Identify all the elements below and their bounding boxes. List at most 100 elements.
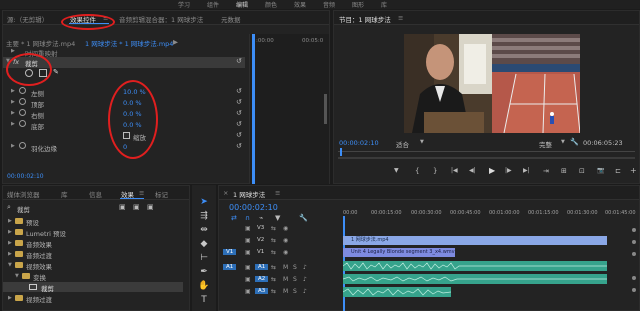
tab-menu-icon[interactable]: ≡: [139, 189, 144, 197]
tab-media-browser[interactable]: 媒体浏览器: [7, 189, 40, 199]
expand-arrow-icon[interactable]: ▶: [8, 218, 12, 224]
razor-tool-icon[interactable]: ◆: [198, 239, 210, 249]
reset-icon[interactable]: ↺: [236, 142, 242, 150]
list-item[interactable]: ▶ 音频过渡: [3, 249, 183, 260]
list-item[interactable]: ▶ Lumetri 预设: [3, 227, 183, 238]
expand-arrow-icon[interactable]: ▶: [11, 48, 15, 54]
timeline-tab[interactable]: 1 网球步法: [233, 189, 265, 199]
track-name-v1[interactable]: V1: [257, 249, 264, 255]
menu-icon[interactable]: ≡: [398, 14, 403, 22]
sync-lock-icon[interactable]: ⇆: [271, 249, 276, 256]
settings-wrench-icon[interactable]: 🔧: [299, 214, 308, 222]
extract-icon[interactable]: ⊞: [561, 167, 567, 175]
sync-lock-icon[interactable]: ⇆: [271, 264, 276, 271]
workspace-editing[interactable]: 编辑: [236, 0, 248, 9]
workspace-libraries[interactable]: 库: [381, 0, 387, 9]
expand-arrow-icon[interactable]: ▶: [8, 229, 12, 235]
stopwatch-icon[interactable]: [19, 87, 26, 94]
source-patch-a1[interactable]: A1: [223, 264, 237, 270]
keyframe-scrollbar[interactable]: [324, 94, 327, 124]
linked-selection-icon[interactable]: ⌁: [259, 214, 263, 222]
tab-info[interactable]: 信息: [89, 189, 102, 199]
hand-tool-icon[interactable]: ✋: [198, 281, 210, 291]
scroll-handle-icon[interactable]: [632, 240, 636, 244]
track-name-v3[interactable]: V3: [257, 225, 264, 231]
eye-icon[interactable]: ◉: [283, 237, 288, 244]
step-forward-icon[interactable]: |▶: [505, 167, 512, 174]
expand-arrow-icon[interactable]: ▶: [8, 240, 12, 246]
reset-icon[interactable]: ↺: [236, 120, 242, 128]
stopwatch-icon[interactable]: [19, 109, 26, 116]
mark-in-icon[interactable]: {: [415, 167, 419, 175]
reset-icon[interactable]: ↺: [236, 98, 242, 106]
effect-controls-timecode[interactable]: 00:00:02:10: [7, 173, 44, 180]
reset-icon[interactable]: ↺: [236, 87, 242, 95]
effects-search-input[interactable]: 裁剪: [17, 204, 30, 214]
clip-a1[interactable]: [342, 261, 607, 271]
mute-button[interactable]: M: [283, 288, 288, 295]
list-item[interactable]: ▶ 音频效果: [3, 238, 183, 249]
tab-audio-clip-mixer[interactable]: 音频剪辑混合器：1 网球步法: [119, 14, 203, 24]
chevron-down-icon[interactable]: ▼: [420, 139, 424, 145]
source-patch-v1[interactable]: V1: [223, 249, 237, 255]
track-name-a3[interactable]: A3: [255, 288, 269, 294]
menu-icon[interactable]: ≡: [275, 189, 280, 197]
sync-lock-icon[interactable]: ⇆: [271, 225, 276, 232]
slip-tool-icon[interactable]: ⊢: [198, 253, 210, 263]
quality-dropdown[interactable]: 完整: [539, 139, 552, 149]
chevron-down-icon[interactable]: ▼: [561, 139, 565, 145]
sync-lock-icon[interactable]: ⇆: [271, 288, 276, 295]
expand-arrow-icon[interactable]: ▶: [173, 38, 178, 46]
yuv-effects-icon[interactable]: ▣: [147, 203, 154, 211]
program-timecode-current[interactable]: 00:00:02:10: [339, 139, 379, 147]
lock-icon[interactable]: ▣: [245, 237, 251, 244]
clip-a2[interactable]: [342, 274, 607, 284]
lock-icon[interactable]: ▣: [245, 249, 251, 256]
sync-lock-icon[interactable]: ⇆: [271, 237, 276, 244]
workspace-graphics[interactable]: 图形: [352, 0, 364, 9]
lock-icon[interactable]: ▣: [245, 225, 251, 232]
go-to-in-icon[interactable]: |◀: [451, 167, 458, 174]
tab-markers[interactable]: 标记: [155, 189, 168, 199]
mute-button[interactable]: M: [283, 276, 288, 283]
list-item[interactable]: ▼ 视频效果: [3, 260, 183, 271]
clip-a3[interactable]: [342, 287, 452, 297]
keyframe-playhead[interactable]: [252, 34, 255, 184]
lock-icon[interactable]: ▣: [245, 264, 251, 271]
snap-icon[interactable]: ∩: [245, 214, 250, 222]
pen-tool-icon[interactable]: ✒: [198, 267, 210, 277]
expand-arrow-icon[interactable]: ▶: [8, 251, 12, 257]
pen-mask-icon[interactable]: ✎: [53, 68, 59, 76]
scroll-handle-icon[interactable]: [632, 288, 636, 292]
lift-icon[interactable]: ⇥: [543, 167, 549, 175]
expand-arrow-icon[interactable]: ▶: [11, 121, 15, 127]
list-item[interactable]: ▶ 视频过渡: [3, 293, 183, 304]
solo-button[interactable]: S: [293, 264, 297, 271]
eye-icon[interactable]: ◉: [283, 225, 288, 232]
wrench-icon[interactable]: 🔧: [570, 138, 579, 146]
ellipse-mask-icon[interactable]: [25, 69, 33, 77]
rectangle-mask-icon[interactable]: [39, 69, 47, 77]
program-playhead[interactable]: [340, 148, 342, 156]
track-name-a1[interactable]: A1: [255, 264, 269, 270]
scroll-handle-icon[interactable]: [632, 276, 636, 280]
mic-icon[interactable]: ♪: [303, 276, 307, 283]
go-to-out-icon[interactable]: ▶|: [523, 167, 530, 174]
keyframe-area[interactable]: :00:00 00:05:0: [249, 34, 329, 184]
vr-icon[interactable]: ⊏: [615, 167, 621, 175]
expand-arrow-icon[interactable]: ▶: [11, 143, 15, 149]
stopwatch-icon[interactable]: [19, 120, 26, 127]
mic-icon[interactable]: ♪: [303, 288, 307, 295]
fit-dropdown[interactable]: 适合: [396, 139, 409, 149]
clip-v2[interactable]: 1 网球步法.mp4: [343, 236, 607, 245]
list-item[interactable]: ▼ 变换: [3, 271, 183, 282]
zoom-scrollbar[interactable]: [338, 157, 635, 159]
program-video-frame[interactable]: [404, 34, 580, 133]
step-back-icon[interactable]: ◀|: [469, 167, 476, 174]
stopwatch-icon[interactable]: [19, 142, 26, 149]
scroll-handle-icon[interactable]: [632, 228, 636, 232]
32bit-effects-icon[interactable]: ▣: [133, 203, 140, 211]
nest-icon[interactable]: ⇄: [231, 214, 237, 222]
selection-tool-icon[interactable]: ➤: [198, 197, 210, 207]
track-name-a2[interactable]: A2: [255, 276, 269, 282]
